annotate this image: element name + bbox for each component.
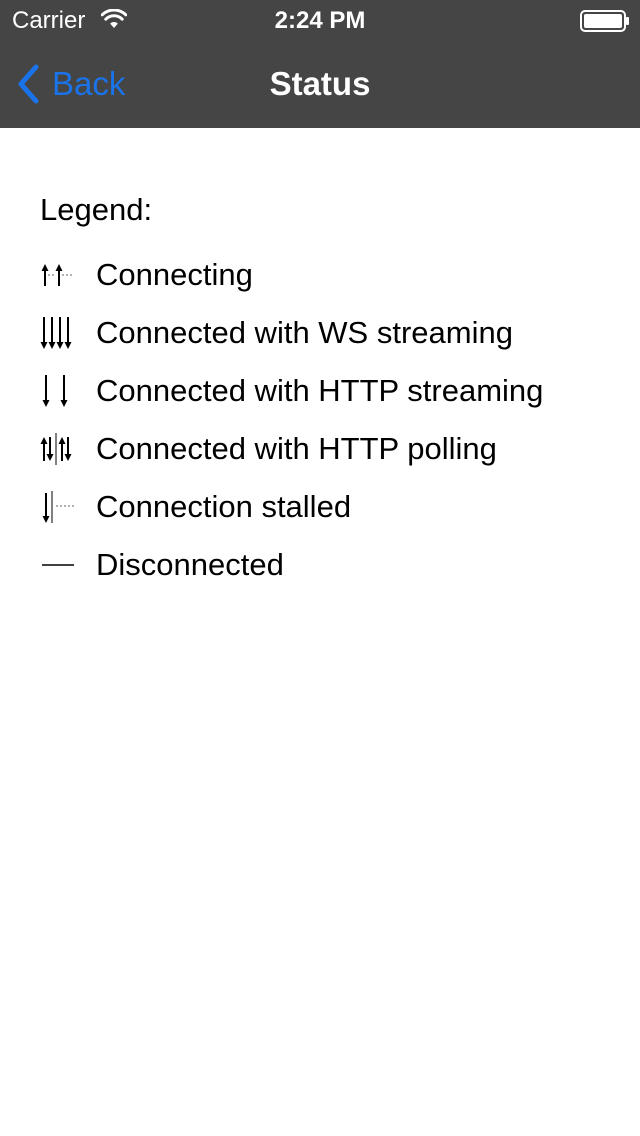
http-streaming-icon xyxy=(40,369,96,413)
battery-icon xyxy=(580,10,630,37)
legend-item-label: Connected with HTTP streaming xyxy=(96,373,544,408)
legend-item: Connected with WS streaming xyxy=(40,304,620,362)
legend-list: Connecting Connected with WS streaming C… xyxy=(40,246,620,594)
legend-item: Connecting xyxy=(40,246,620,304)
legend-item-label: Connected with WS streaming xyxy=(96,315,513,350)
stalled-icon xyxy=(40,485,96,529)
legend-item: Connected with HTTP polling xyxy=(40,420,620,478)
legend-item: Connection stalled xyxy=(40,478,620,536)
legend-item: Disconnected xyxy=(40,536,620,594)
status-time: 2:24 PM xyxy=(274,7,366,34)
disconnected-icon xyxy=(40,543,96,587)
status-bar: Carrier 2:24 PM xyxy=(0,0,640,40)
legend-item-label: Connecting xyxy=(96,257,253,292)
legend-title: Legend: xyxy=(40,192,153,227)
legend-item: Connected with HTTP streaming xyxy=(40,362,620,420)
legend-item-label: Disconnected xyxy=(96,547,284,582)
legend-section: Legend: Connecting Connected with WS str… xyxy=(40,188,620,594)
ws-streaming-icon xyxy=(40,311,96,355)
http-polling-icon xyxy=(40,427,96,471)
navigation-bar: Back Status xyxy=(0,40,640,128)
legend-item-label: Connected with HTTP polling xyxy=(96,431,497,466)
legend-item-label: Connection stalled xyxy=(96,489,352,524)
connecting-icon xyxy=(40,253,96,297)
page-title: Status xyxy=(269,65,371,102)
top-bar: Carrier 2:24 PM Back Status xyxy=(0,0,640,128)
